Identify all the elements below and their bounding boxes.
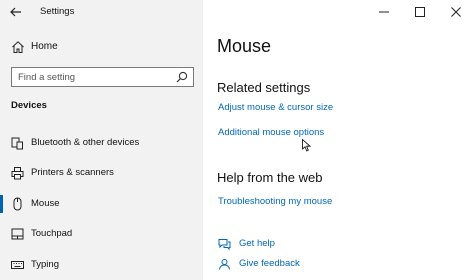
mouse-pointer-icon [302,139,311,152]
app-title: Settings [40,6,75,17]
sidebar-item-label: Bluetooth & other devices [31,137,140,148]
sidebar-item-touchpad[interactable]: Touchpad [0,223,203,245]
maximize-button[interactable] [402,0,438,24]
home-icon [12,41,24,53]
minimize-icon [379,11,389,13]
page-title: Mouse [217,36,272,56]
close-button[interactable] [438,0,474,24]
printer-icon [11,167,24,180]
maximize-icon [415,7,425,17]
sidebar-item-label: Touchpad [31,228,73,239]
sidebar-item-mouse[interactable]: Mouse [0,193,203,215]
minimize-button[interactable] [366,0,402,24]
sidebar-item-bluetooth[interactable]: Bluetooth & other devices [0,132,203,154]
settings-window: Settings Home Devices Bluetooth & other … [0,0,474,280]
get-help-label: Get help [239,238,275,249]
sidebar-item-printers[interactable]: Printers & scanners [0,162,203,184]
give-feedback-label: Give feedback [239,258,300,269]
sidebar-item-typing[interactable]: Typing [0,254,203,276]
search-box[interactable] [11,67,194,87]
sidebar-item-label: Home [31,41,58,52]
touchpad-icon [11,228,24,240]
window-controls [366,0,474,24]
bluetooth-devices-icon [11,137,23,150]
title-bar: Settings [0,0,203,24]
close-icon [451,7,461,17]
keyboard-icon [11,261,24,269]
adjust-mouse-cursor-size-link[interactable]: Adjust mouse & cursor size [218,102,333,113]
feedback-icon [219,259,230,270]
troubleshooting-my-mouse-link[interactable]: Troubleshooting my mouse [218,196,332,207]
search-input[interactable] [18,70,168,84]
back-button[interactable] [6,3,26,21]
sidebar-item-label: Typing [31,259,59,270]
additional-mouse-options-link[interactable]: Additional mouse options [218,127,324,138]
sidebar: Settings Home Devices Bluetooth & other … [0,0,203,280]
sidebar-item-label: Printers & scanners [31,167,114,178]
mouse-icon [13,197,22,211]
sidebar-item-home[interactable]: Home [0,36,203,58]
help-from-web-heading: Help from the web [217,170,323,185]
help-chat-icon [218,239,231,250]
selection-indicator [0,195,3,213]
search-icon[interactable] [176,71,188,83]
sidebar-item-label: Mouse [31,198,60,209]
section-heading-devices: Devices [11,100,47,111]
content-pane: Mouse Related settings Adjust mouse & cu… [203,0,474,280]
back-arrow-icon [10,7,21,17]
related-settings-heading: Related settings [217,80,311,95]
